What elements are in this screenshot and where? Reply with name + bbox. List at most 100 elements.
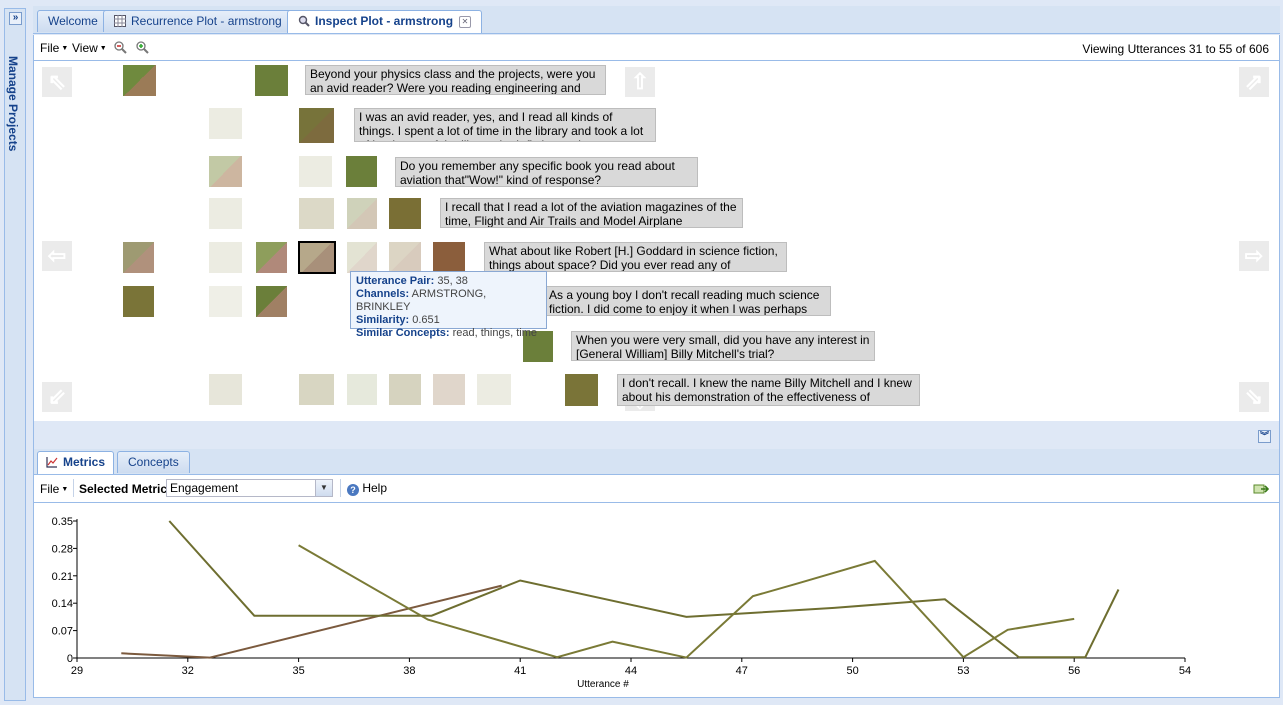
tooltip-pair-value: 35, 38 [437, 275, 468, 287]
plot-toolbar: File ▼ View ▼ Viewing Utterances 31 to 55 … [33, 35, 1280, 61]
utterance-bubble[interactable]: I don't recall. I knew the name Billy Mi… [617, 374, 920, 406]
recurrence-cell[interactable] [299, 156, 332, 187]
tab-welcome[interactable]: Welcome [37, 10, 109, 32]
recurrence-cell[interactable] [123, 65, 156, 96]
zoom-out-icon[interactable] [113, 40, 127, 54]
chart-icon [46, 457, 58, 468]
recurrence-cell[interactable] [389, 374, 421, 405]
manage-projects-panel: » Manage Projects [4, 8, 26, 701]
recurrence-cell-selected[interactable] [298, 241, 336, 274]
export-icon[interactable] [1253, 482, 1269, 496]
utterance-bubble[interactable]: Do you remember any specific book you re… [395, 157, 698, 187]
recurrence-cell[interactable] [477, 374, 511, 405]
tab-inspect-plot[interactable]: Inspect Plot - armstrong ✕ [287, 10, 483, 33]
metrics-tab-strip: Metrics Concepts [33, 449, 1280, 475]
tooltip-pair-row: Utterance Pair: 35, 38 [356, 275, 541, 288]
metric-select[interactable]: Engagement ▼ [166, 479, 333, 497]
recurrence-cell[interactable] [389, 242, 421, 273]
recurrence-cell[interactable] [347, 242, 377, 273]
nav-right-icon[interactable]: ⇨ [1239, 241, 1269, 271]
recurrence-cell[interactable] [255, 65, 288, 96]
x-tick-label: 41 [514, 665, 526, 677]
recurrence-cell[interactable] [209, 242, 242, 273]
recurrence-cell[interactable] [347, 198, 377, 229]
recurrence-cell[interactable] [299, 374, 334, 405]
nav-up-right-icon[interactable]: ⇗ [1239, 67, 1269, 97]
panel-splitter[interactable]: ︾ [33, 421, 1280, 449]
recurrence-cell[interactable] [209, 156, 242, 187]
tab-concepts[interactable]: Concepts [117, 451, 190, 473]
tooltip-channels-row: Channels: ARMSTRONG, BRINKLEY [356, 288, 541, 314]
tooltip-concepts-value: read, things, time [452, 327, 537, 339]
metrics-toolbar: File ▼ Selected Metric: Engagement ▼ ? Hel… [33, 475, 1280, 503]
recurrence-cell[interactable] [123, 242, 154, 273]
utterance-bubble[interactable]: When you were very small, did you have a… [571, 331, 875, 361]
viewing-status: Viewing Utterances 31 to 55 of 606 [1082, 42, 1269, 56]
utterance-bubble[interactable]: I was an avid reader, yes, and I read al… [354, 108, 656, 142]
close-icon[interactable]: ✕ [459, 16, 472, 28]
recurrence-cell[interactable] [256, 242, 287, 273]
chevron-down-icon: ▼ [61, 45, 69, 52]
toolbar-separator [340, 479, 341, 497]
zoom-in-icon[interactable] [135, 40, 149, 54]
recurrence-cell[interactable] [346, 156, 377, 187]
expand-panel-button[interactable]: » [9, 12, 22, 25]
nav-up-left-icon[interactable]: ⇖ [42, 67, 72, 97]
manage-projects-label[interactable]: Manage Projects [6, 56, 20, 151]
nav-down-right-icon[interactable]: ⇘ [1239, 382, 1269, 412]
recurrence-cell[interactable] [299, 198, 334, 229]
utterance-bubble[interactable]: Beyond your physics class and the projec… [305, 65, 606, 95]
help-icon: ? [347, 484, 359, 496]
recurrence-cell[interactable] [433, 242, 465, 273]
nav-left-icon[interactable]: ⇦ [42, 241, 72, 271]
x-axis-label: Utterance # [577, 679, 629, 690]
help-button[interactable]: ? Help [347, 481, 387, 496]
recurrence-cell[interactable] [347, 374, 377, 405]
file-menu[interactable]: File ▼ [40, 41, 68, 55]
x-tick-label: 54 [1179, 665, 1191, 677]
recurrence-cell[interactable] [209, 286, 242, 317]
recurrence-cell[interactable] [433, 374, 465, 405]
y-tick-label: 0.21 [52, 571, 73, 583]
view-menu[interactable]: View ▼ [72, 41, 107, 55]
collapse-panel-icon[interactable]: ︾ [1258, 430, 1271, 443]
recurrence-cell[interactable] [123, 286, 154, 317]
recurrence-cell[interactable] [209, 198, 242, 229]
recurrence-cell[interactable] [389, 198, 421, 229]
recurrence-cell[interactable] [299, 108, 334, 143]
utterance-bubble[interactable]: What about like Robert [H.] Goddard in s… [484, 242, 787, 272]
series-line [168, 520, 1120, 659]
view-menu-label: View [72, 41, 98, 55]
utterance-bubble[interactable]: As a young boy I don't recall reading mu… [524, 286, 831, 316]
recurrence-cell[interactable] [256, 286, 287, 317]
metrics-chart-panel: 0 0.07 0.14 0.21 0.28 0.35 29 32 35 38 41 44 47 50 53 5… [33, 503, 1280, 698]
x-tick-label: 56 [1068, 665, 1080, 677]
recurrence-cell[interactable] [209, 108, 242, 139]
metric-select-value: Engagement [170, 481, 239, 495]
x-tick-label: 47 [736, 665, 748, 677]
file-menu-label: File [40, 41, 60, 55]
y-tick-label: 0.07 [52, 626, 73, 638]
tab-recurrence-plot[interactable]: Recurrence Plot - armstrong✕ [103, 10, 311, 32]
tab-metrics-label: Metrics [63, 455, 106, 469]
tab-welcome-label: Welcome [48, 14, 98, 28]
tab-inspect-plot-label: Inspect Plot - armstrong [315, 14, 454, 28]
tooltip-concepts-row: Similar Concepts: read, things, time [356, 327, 541, 340]
tooltip-similarity-label: Similarity: [356, 314, 410, 326]
x-tick-label: 50 [846, 665, 858, 677]
recurrence-cell[interactable] [565, 374, 598, 406]
x-tick-label: 38 [403, 665, 415, 677]
selected-metric-label: Selected Metric: [79, 482, 172, 496]
tab-metrics[interactable]: Metrics [37, 451, 115, 474]
nav-down-left-icon[interactable]: ⇙ [42, 382, 72, 412]
chevron-down-icon[interactable]: ▼ [315, 480, 332, 496]
tab-recurrence-plot-label: Recurrence Plot - armstrong [131, 14, 282, 28]
utterance-bubble[interactable]: I recall that I read a lot of the aviati… [440, 198, 743, 228]
metrics-file-menu[interactable]: File ▼ [40, 482, 68, 496]
recurrence-cell[interactable] [209, 374, 242, 405]
nav-up-icon[interactable]: ⇧ [625, 67, 655, 97]
chevron-down-icon: ▼ [61, 486, 69, 493]
toolbar-separator [73, 479, 74, 497]
tooltip-concepts-label: Similar Concepts: [356, 327, 450, 339]
x-tick-label: 53 [957, 665, 969, 677]
